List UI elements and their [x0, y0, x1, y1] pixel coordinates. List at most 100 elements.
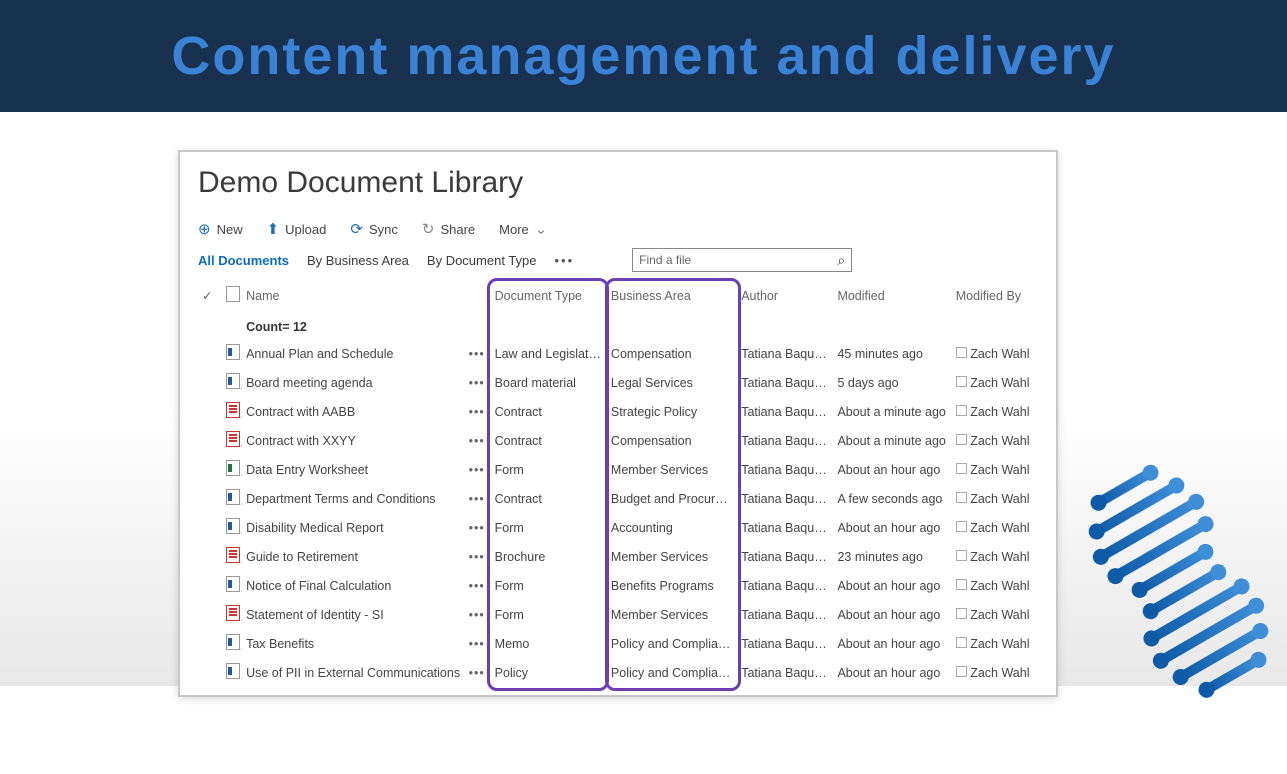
modified-by-cell: Zach Wahl [952, 426, 1038, 455]
modified-cell: About a minute ago [833, 426, 951, 455]
document-type-cell: Form [491, 600, 607, 629]
new-label: New [217, 222, 243, 237]
share-button[interactable]: ↻ Share [422, 220, 475, 238]
table-row[interactable]: Annual Plan and Schedule•••Law and Legis… [198, 339, 1038, 368]
view-by-document-type[interactable]: By Document Type [427, 253, 537, 268]
file-name[interactable]: Board meeting agenda [242, 368, 465, 397]
table-row[interactable]: Contract with AABB•••ContractStrategic P… [198, 397, 1038, 426]
search-input[interactable]: Find a file ⌕ [632, 248, 852, 272]
author-cell: Tatiana Baquero [737, 455, 833, 484]
table-row[interactable]: Guide to Retirement•••BrochureMember Ser… [198, 542, 1038, 571]
views-more-icon[interactable]: ••• [555, 253, 575, 268]
modified-cell: About a minute ago [833, 397, 951, 426]
modified-cell: 5 days ago [833, 368, 951, 397]
modified-by-header[interactable]: Modified By [952, 280, 1038, 315]
row-more-icon[interactable]: ••• [465, 426, 491, 455]
library-title: Demo Document Library [198, 166, 1038, 200]
modified-by-cell: Zach Wahl [952, 600, 1038, 629]
file-name[interactable]: Annual Plan and Schedule [242, 339, 465, 368]
more-label: More [499, 222, 529, 237]
modified-cell: About an hour ago [833, 629, 951, 658]
view-all-documents[interactable]: All Documents [198, 253, 289, 268]
business-area-cell: Policy and Compliance [607, 629, 737, 658]
checkbox-icon [956, 666, 967, 677]
business-area-cell: Accounting [607, 513, 737, 542]
modified-by-cell: Zach Wahl [952, 629, 1038, 658]
table-row[interactable]: Department Terms and Conditions•••Contra… [198, 484, 1038, 513]
author-header[interactable]: Author [737, 280, 833, 315]
checkbox-icon [956, 347, 967, 358]
chevron-down-icon: ⌄ [535, 220, 548, 238]
file-name[interactable]: Department Terms and Conditions [242, 484, 465, 513]
table-row[interactable]: Statement of Identity - SI•••FormMember … [198, 600, 1038, 629]
checkbox-icon [956, 376, 967, 387]
select-all-header[interactable]: ✓ [198, 280, 222, 315]
file-name[interactable]: Statement of Identity - SI [242, 600, 465, 629]
table-row[interactable]: Tax Benefits•••MemoPolicy and Compliance… [198, 629, 1038, 658]
checkbox-icon [956, 434, 967, 445]
table-row[interactable]: Data Entry Worksheet•••FormMember Servic… [198, 455, 1038, 484]
row-more-icon[interactable]: ••• [465, 542, 491, 571]
sync-label: Sync [369, 222, 398, 237]
row-more-icon[interactable]: ••• [465, 658, 491, 687]
row-more-icon[interactable]: ••• [465, 397, 491, 426]
file-icon [226, 547, 240, 563]
table-row[interactable]: Disability Medical Report•••FormAccounti… [198, 513, 1038, 542]
business-area-cell: Member Services [607, 455, 737, 484]
row-more-icon[interactable]: ••• [465, 629, 491, 658]
modified-cell: About an hour ago [833, 455, 951, 484]
checkbox-icon [956, 637, 967, 648]
file-icon [226, 373, 240, 389]
file-name[interactable]: Data Entry Worksheet [242, 455, 465, 484]
file-name[interactable]: Use of PII in External Communications [242, 658, 465, 687]
business-area-header[interactable]: Business Area [607, 280, 737, 315]
more-button[interactable]: More ⌄ [499, 220, 547, 238]
file-name[interactable]: Contract with AABB [242, 397, 465, 426]
new-button[interactable]: ⊕ New [198, 220, 243, 238]
table-row[interactable]: Contract with XXYY•••ContractCompensatio… [198, 426, 1038, 455]
modified-header[interactable]: Modified [833, 280, 951, 315]
document-table: ✓ Name Document Type Business Area Autho… [198, 280, 1038, 687]
row-more-icon[interactable]: ••• [465, 339, 491, 368]
business-area-cell: Compensation [607, 339, 737, 368]
author-cell: Tatiana Baquero [737, 397, 833, 426]
document-library-panel: Demo Document Library ⊕ New ⬆ Upload ⟳ S… [178, 150, 1058, 697]
file-icon [226, 402, 240, 418]
sync-icon: ⟳ [350, 220, 363, 238]
modified-by-cell: Zach Wahl [952, 339, 1038, 368]
author-cell: Tatiana Baquero [737, 513, 833, 542]
row-more-icon[interactable]: ••• [465, 484, 491, 513]
row-more-icon[interactable]: ••• [465, 600, 491, 629]
file-name[interactable]: Contract with XXYY [242, 426, 465, 455]
name-header[interactable]: Name [242, 280, 465, 315]
business-area-cell: Policy and Compliance [607, 658, 737, 687]
file-name[interactable]: Disability Medical Report [242, 513, 465, 542]
share-icon: ↻ [422, 220, 435, 238]
table-row[interactable]: Use of PII in External Communications•••… [198, 658, 1038, 687]
row-more-icon[interactable]: ••• [465, 455, 491, 484]
file-name[interactable]: Guide to Retirement [242, 542, 465, 571]
table-row[interactable]: Notice of Final Calculation•••FormBenefi… [198, 571, 1038, 600]
row-more-icon[interactable]: ••• [465, 368, 491, 397]
document-type-header[interactable]: Document Type [491, 280, 607, 315]
business-area-cell: Legal Services [607, 368, 737, 397]
file-name[interactable]: Tax Benefits [242, 629, 465, 658]
file-icon [226, 634, 240, 650]
modified-cell: About an hour ago [833, 571, 951, 600]
sync-button[interactable]: ⟳ Sync [350, 220, 397, 238]
author-cell: Tatiana Baquero [737, 426, 833, 455]
modified-by-cell: Zach Wahl [952, 368, 1038, 397]
view-by-business-area[interactable]: By Business Area [307, 253, 409, 268]
row-more-icon[interactable]: ••• [465, 513, 491, 542]
modified-by-cell: Zach Wahl [952, 397, 1038, 426]
document-type-cell: Memo [491, 629, 607, 658]
upload-button[interactable]: ⬆ Upload [267, 220, 327, 238]
upload-label: Upload [285, 222, 326, 237]
document-type-cell: Form [491, 455, 607, 484]
business-area-cell: Budget and Procurement [607, 484, 737, 513]
file-name[interactable]: Notice of Final Calculation [242, 571, 465, 600]
row-more-icon[interactable]: ••• [465, 571, 491, 600]
table-row[interactable]: Board meeting agenda•••Board materialLeg… [198, 368, 1038, 397]
business-area-cell: Strategic Policy [607, 397, 737, 426]
file-icon [226, 344, 240, 360]
